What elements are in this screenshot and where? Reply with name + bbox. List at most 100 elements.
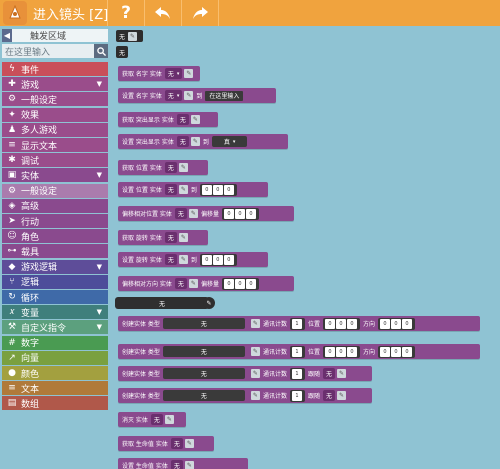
get-position-block[interactable]: 获取 位置 实体 无 ✎: [118, 160, 208, 175]
get-rotation-block[interactable]: 获取 旋转 实体 无 ✎: [118, 230, 208, 245]
count-value[interactable]: 1: [291, 318, 302, 329]
entity-dropdown[interactable]: 无: [170, 438, 183, 449]
create-entity-follow-block[interactable]: 创建实体 类型 无 ✎ 通讯计数 1 跟随 无 ✎: [118, 388, 372, 403]
edit-icon[interactable]: ✎: [184, 91, 194, 100]
palette-header[interactable]: ◀ 触发区域: [2, 29, 108, 42]
entity-dropdown[interactable]: 无: [174, 208, 187, 219]
undo-button[interactable]: [145, 0, 181, 26]
category-array[interactable]: ▤ 数组: [2, 396, 108, 411]
none-value-block[interactable]: 无 ✎: [115, 297, 215, 309]
x-value[interactable]: 0: [324, 346, 335, 357]
category-number[interactable]: # 数字: [2, 335, 108, 350]
edit-icon[interactable]: ✎: [250, 319, 260, 328]
y-value[interactable]: 0: [335, 346, 346, 357]
set-highlight-block[interactable]: 设置 突出显示 实体 无 ✎ 到 真 ▾: [118, 134, 288, 149]
search-field[interactable]: 在这里输入: [2, 44, 108, 58]
count-value[interactable]: 1: [291, 346, 302, 357]
set-health-block[interactable]: 设置 生命值 实体 无 ✎: [118, 458, 248, 469]
entity-dropdown[interactable]: 无 ▾: [164, 90, 183, 101]
entity-dropdown[interactable]: 无: [150, 414, 163, 425]
create-entity-position-direction-block[interactable]: 创建实体 类型 无 ✎ 通讯计数 1 位置 000 方向 000: [118, 316, 480, 331]
search-button[interactable]: [94, 44, 108, 58]
count-value[interactable]: 1: [291, 390, 302, 401]
expand-arrow-icon[interactable]: ▼: [97, 323, 102, 331]
get-highlight-block[interactable]: 获取 突出显示 实体 无 ✎: [118, 112, 218, 127]
y-value[interactable]: 0: [335, 318, 346, 329]
edit-icon[interactable]: ✎: [178, 163, 188, 172]
edit-icon[interactable]: ✎: [184, 461, 194, 469]
edit-icon[interactable]: ✎: [178, 255, 188, 264]
x-value[interactable]: 0: [379, 346, 390, 357]
category-action[interactable]: ➤ 行动: [2, 214, 108, 228]
category-logic[interactable]: ◆ 游戏逻辑 ▼: [2, 259, 108, 274]
z-value[interactable]: 0: [346, 318, 357, 329]
edit-icon[interactable]: ✎: [184, 439, 194, 448]
count-input[interactable]: 1: [289, 317, 305, 330]
get-health-block[interactable]: 获取 生命值 实体 无 ✎: [118, 436, 214, 451]
boolean-dropdown[interactable]: 真 ▾: [211, 136, 248, 147]
x-value[interactable]: 0: [201, 184, 212, 195]
destroy-entity-block[interactable]: 消灭 实体 无 ✎: [118, 412, 186, 427]
create-entity-follow-block[interactable]: 创建实体 类型 无 ✎ 通讯计数 1 跟随 无 ✎: [118, 366, 372, 381]
type-dropdown[interactable]: 无: [162, 368, 245, 379]
category-settings[interactable]: ⚙ 一般设定: [2, 92, 108, 107]
vector-input[interactable]: 000: [199, 253, 237, 266]
x-value[interactable]: 0: [379, 318, 390, 329]
expand-arrow-icon[interactable]: ▼: [97, 308, 102, 316]
position-input[interactable]: 000: [322, 317, 360, 330]
edit-icon[interactable]: ✎: [188, 279, 198, 288]
z-value[interactable]: 0: [245, 278, 256, 289]
set-position-block[interactable]: 设置 位置 实体 无 ✎ 到 000: [118, 182, 268, 197]
count-value[interactable]: 1: [291, 368, 302, 379]
vector-input[interactable]: 000: [199, 183, 237, 196]
entity-dropdown[interactable]: 无: [322, 368, 335, 379]
edit-icon[interactable]: ✎: [250, 369, 260, 378]
collapse-arrow-icon[interactable]: ◀: [2, 29, 12, 42]
y-value[interactable]: 0: [234, 208, 245, 219]
edit-icon[interactable]: ✎: [250, 347, 260, 356]
help-button[interactable]: ?: [108, 0, 144, 26]
edit-icon[interactable]: ✎: [128, 31, 138, 41]
edit-icon[interactable]: ✎: [178, 185, 188, 194]
category-variable[interactable]: 𝑥 变量 ▼: [2, 305, 108, 320]
entity-dropdown[interactable]: 无: [170, 460, 183, 469]
expand-arrow-icon[interactable]: ▼: [97, 80, 102, 88]
z-value[interactable]: 0: [401, 346, 412, 357]
edit-icon[interactable]: ✎: [336, 391, 346, 400]
scene-title[interactable]: 进入镜头 [Z]: [33, 4, 108, 23]
z-value[interactable]: 0: [401, 318, 412, 329]
y-value[interactable]: 0: [212, 184, 223, 195]
vector-input[interactable]: 000: [221, 277, 259, 290]
category-effect[interactable]: ✦ 效果: [2, 107, 108, 122]
category-bug[interactable]: ✱ 调试: [2, 153, 108, 168]
x-value[interactable]: 0: [324, 318, 335, 329]
y-value[interactable]: 0: [390, 346, 401, 357]
category-vehicle[interactable]: ⊶ 载具: [2, 244, 108, 259]
entity-dropdown[interactable]: 无: [176, 114, 189, 125]
expand-arrow-icon[interactable]: ▼: [97, 171, 102, 179]
category-character[interactable]: ☺ 角色: [2, 229, 108, 244]
entity-dropdown[interactable]: 无 ▾: [164, 68, 183, 79]
y-value[interactable]: 0: [234, 278, 245, 289]
set-name-block[interactable]: 设置 名字 实体 无 ▾ ✎ 到 在这里输入: [118, 88, 276, 103]
entity-dropdown[interactable]: 无: [164, 162, 177, 173]
category-branch[interactable]: ⑂ 逻辑: [2, 274, 108, 289]
y-value[interactable]: 0: [212, 254, 223, 265]
category-loop[interactable]: ↻ 循环: [2, 290, 108, 304]
redo-button[interactable]: [182, 0, 218, 26]
edit-icon[interactable]: ✎: [190, 137, 200, 146]
category-vector[interactable]: ↗ 向量: [2, 350, 108, 365]
entity-dropdown[interactable]: 无: [164, 254, 177, 265]
z-value[interactable]: 0: [346, 346, 357, 357]
edit-icon[interactable]: ✎: [336, 369, 346, 378]
vector-input[interactable]: 000: [221, 207, 259, 220]
x-value[interactable]: 0: [223, 278, 234, 289]
category-text[interactable]: ≡ 显示文本: [2, 138, 108, 152]
count-input[interactable]: 1: [289, 367, 305, 380]
count-input[interactable]: 1: [289, 345, 305, 358]
category-settings[interactable]: ⚙ 一般设定: [2, 183, 108, 198]
none-block[interactable]: 无: [116, 46, 129, 58]
offset-direction-block[interactable]: 偏移相对方向 实体 无 ✎ 偏移量 000: [118, 276, 294, 291]
edit-icon[interactable]: ✎: [188, 209, 198, 218]
entity-dropdown[interactable]: 无: [164, 232, 177, 243]
